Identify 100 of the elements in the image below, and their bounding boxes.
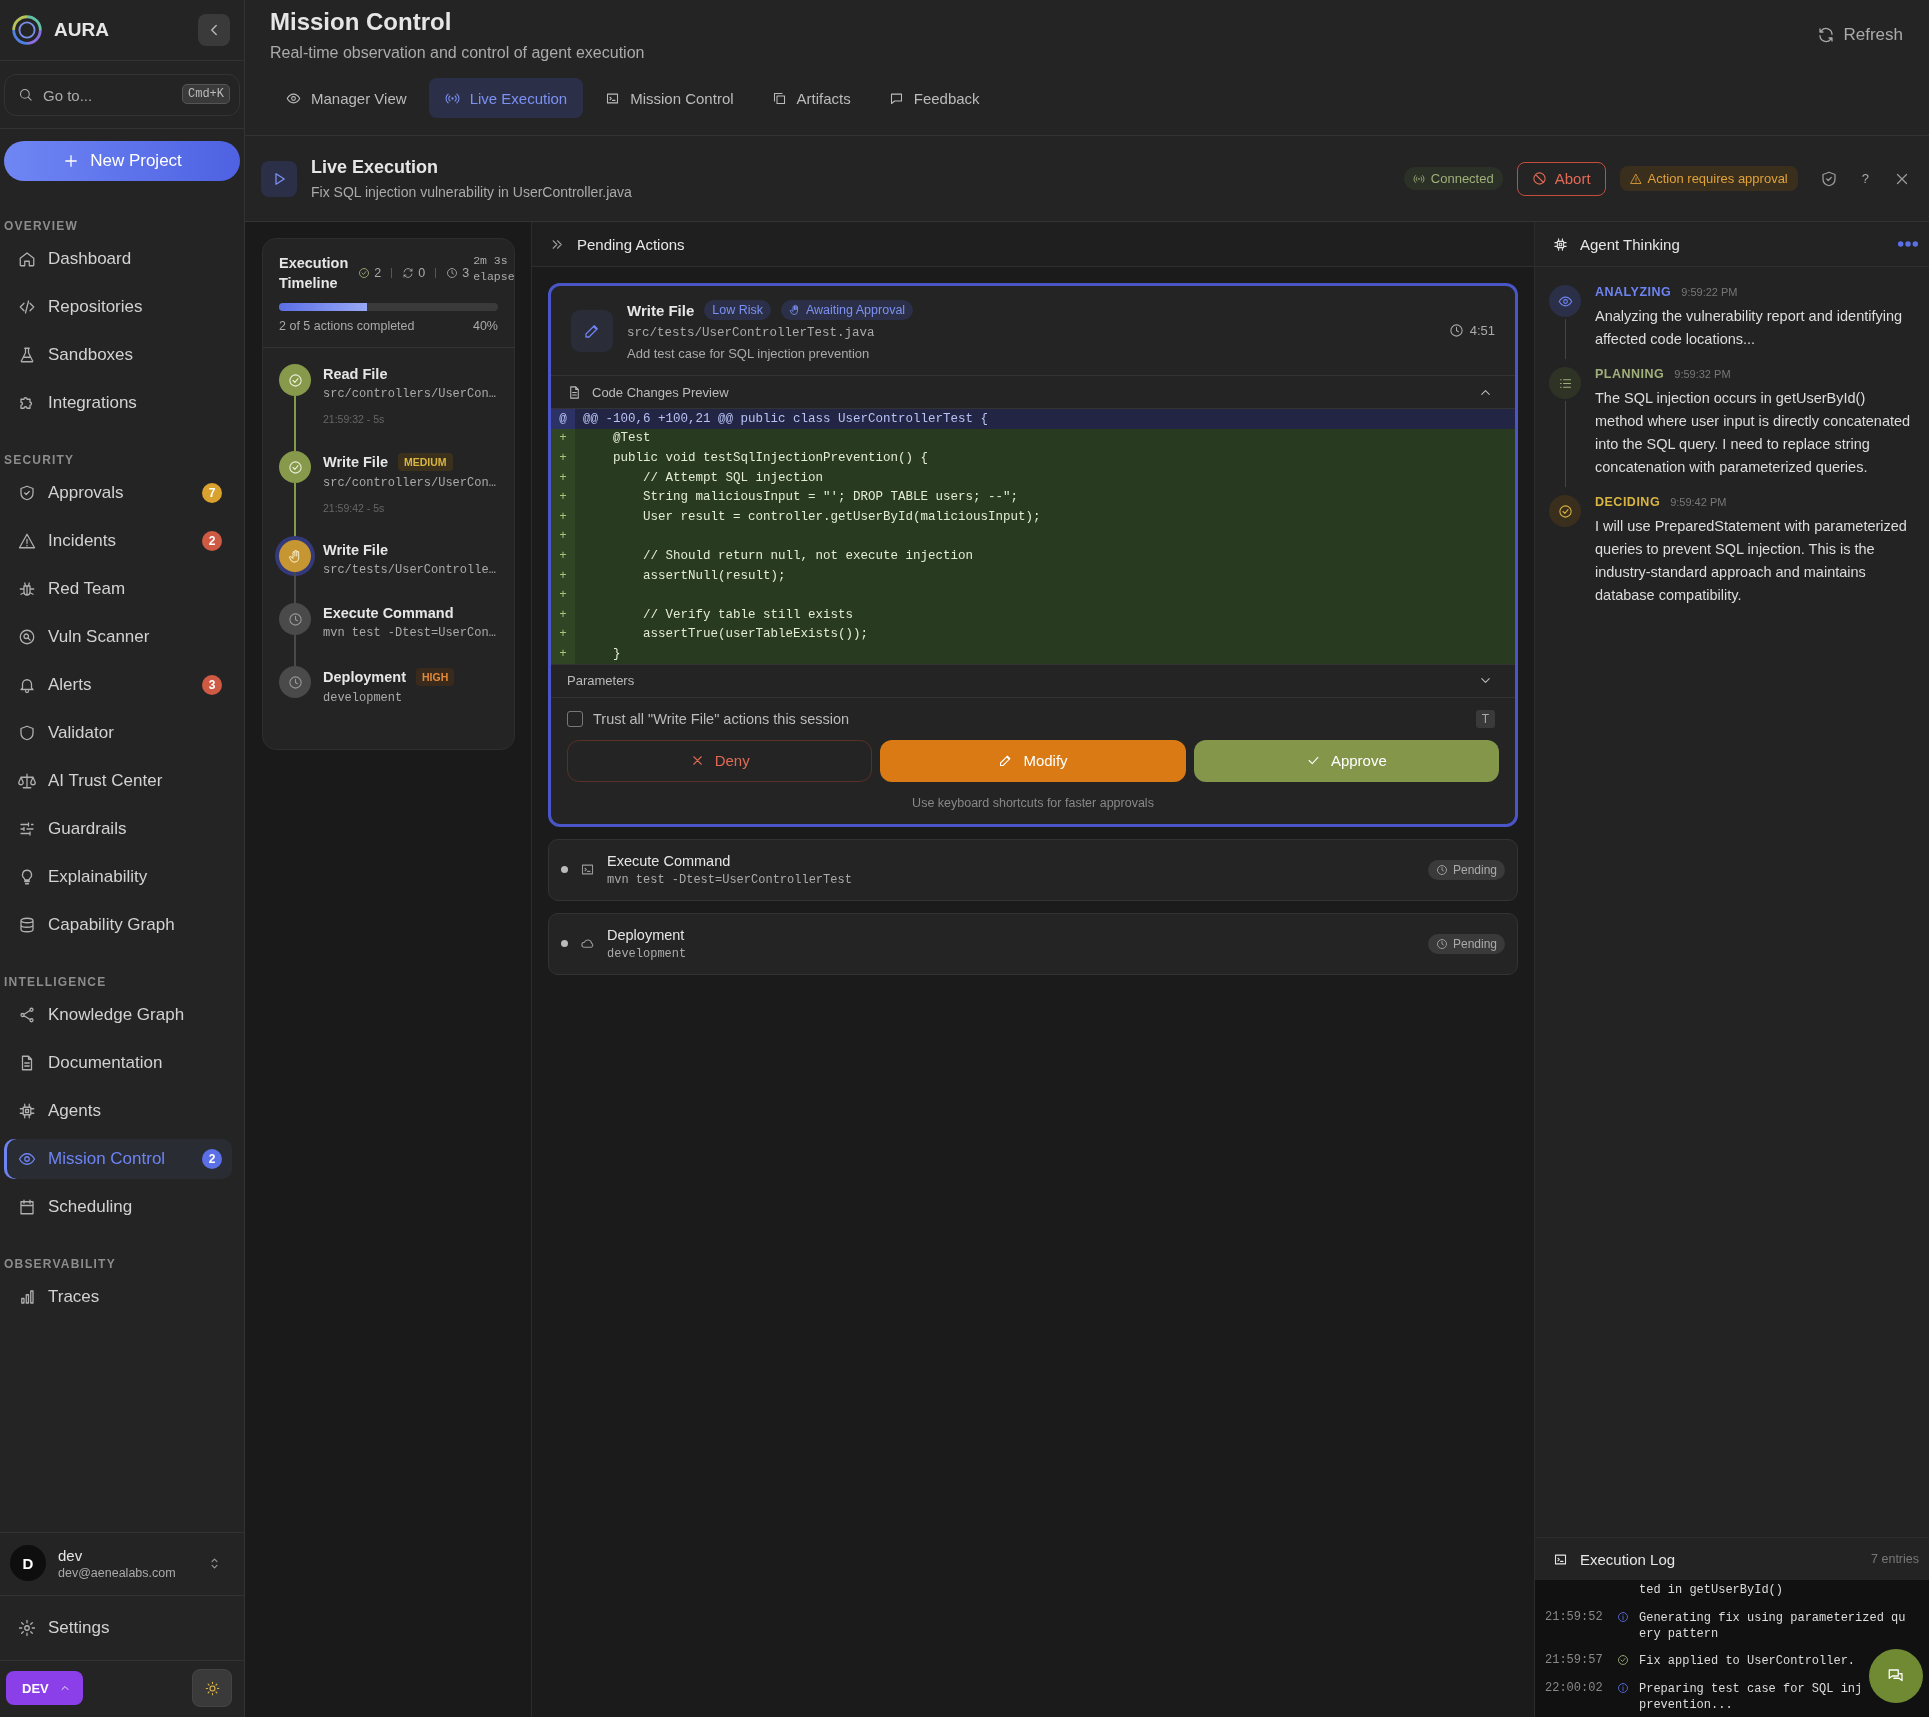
preview-toggle[interactable]: Code Changes Preview (551, 376, 1515, 408)
action-detail: development (607, 946, 688, 961)
connector-line (1564, 319, 1566, 359)
parameters-toggle[interactable]: Parameters (551, 663, 1515, 698)
sidebar-item[interactable]: Incidents 2 (4, 521, 232, 561)
theme-toggle-button[interactable] (192, 1669, 232, 1707)
risk-badge: MEDIUM (398, 453, 453, 471)
queued-action-card[interactable]: Execute Command mvn test -Dtest=UserControllerTest Pending (548, 838, 1518, 901)
diff-sign: + (551, 526, 575, 547)
step-title: Read File (323, 366, 388, 382)
connector-line (294, 396, 296, 451)
sidebar-item[interactable]: Approvals 7 (4, 473, 232, 513)
diff-sign: @ (551, 409, 575, 429)
progress-percent: 40% (472, 319, 498, 333)
flask-icon (18, 346, 36, 364)
sidebar-item[interactable]: Explainability (4, 857, 232, 897)
dot-icon (561, 940, 568, 948)
clock-icon (446, 267, 459, 279)
action-description: Add test case for SQL injection prevention (627, 346, 871, 361)
step-detail: src/tests/UserControlle… (323, 563, 496, 577)
diff-sign: + (551, 506, 575, 527)
code-line: String maliciousInput = "'; DROP TABLE users; --"; (642, 490, 1019, 505)
step-title: Deployment (323, 669, 406, 685)
info-icon (1617, 1611, 1629, 1623)
clock-icon (1435, 863, 1448, 876)
tab[interactable]: Artifacts (755, 78, 867, 118)
sidebar-item[interactable]: Mission Control 2 (4, 1139, 232, 1179)
code-line: assertTrue(userTableExists()); (642, 627, 869, 642)
progress-text: 2 of 5 actions completed (279, 319, 415, 333)
sidebar-item[interactable]: AI Trust Center (4, 761, 232, 801)
execution-subtitle: Fix SQL injection vulnerability in UserController.java (311, 184, 633, 200)
log-time: 21:59:52 (1545, 1610, 1603, 1624)
sidebar-item[interactable]: Sandboxes (4, 335, 232, 375)
tab[interactable]: Live Execution (428, 78, 584, 118)
sidebar-item[interactable]: Dashboard (4, 239, 232, 279)
new-project-button[interactable]: New Project (4, 141, 240, 181)
refresh-button[interactable]: Refresh (1811, 24, 1909, 46)
tab[interactable]: Manager View (270, 78, 423, 118)
checkbox[interactable] (567, 710, 583, 727)
scale-icon (18, 772, 36, 790)
pending-count: 3 (462, 266, 470, 280)
shortcut-key: T (1475, 709, 1495, 728)
phase-label: DECIDING (1595, 495, 1661, 509)
warning-icon (1629, 172, 1642, 185)
phase-time: 9:59:22 PM (1681, 286, 1738, 298)
diff-sign: + (551, 467, 575, 488)
abort-button[interactable]: Abort (1516, 161, 1606, 196)
graph-icon (18, 1006, 36, 1024)
status-text: Awaiting Approval (805, 303, 906, 317)
phase-time: 9:59:42 PM (1670, 496, 1727, 508)
sidebar-item[interactable]: Capability Graph (4, 905, 232, 945)
sidebar-item[interactable]: Guardrails (4, 809, 232, 849)
count-badge: 7 (202, 483, 222, 503)
queued-action-card[interactable]: Deployment development Pending (548, 912, 1518, 975)
code-line: // Attempt SQL injection (642, 470, 824, 485)
collapse-button[interactable] (198, 14, 230, 46)
sidebar-item[interactable]: Scheduling (4, 1187, 232, 1227)
sidebar-item[interactable]: Repositories (4, 287, 232, 327)
log-message: Preparing test case for SQL inj prevention... (1639, 1681, 1863, 1713)
tab[interactable]: Mission Control (589, 78, 750, 118)
tab[interactable]: Feedback (872, 78, 996, 118)
page-subtitle: Real-time observation and control of agent execution (270, 44, 645, 62)
sidebar-item[interactable]: Traces (4, 1277, 232, 1317)
clock-step-icon (279, 603, 311, 635)
check-circle-icon (1549, 495, 1581, 527)
ban-icon (1531, 171, 1547, 186)
step-title: Write File (323, 454, 388, 470)
step-time: 21:59:32 - 5s (323, 413, 386, 425)
sidebar-item[interactable]: Vuln Scanner (4, 617, 232, 657)
terminal-icon (605, 90, 621, 106)
sidebar-item[interactable]: Agents (4, 1091, 232, 1131)
code-line: } (612, 646, 621, 661)
column-title: Pending Actions (577, 235, 685, 253)
sidebar-item[interactable]: Knowledge Graph (4, 995, 232, 1035)
more-dots-icon[interactable] (1897, 240, 1919, 248)
thought-text: Analyzing the vulnerability report and identifying affected code locations... (1595, 307, 1904, 349)
clock-icon (1448, 323, 1464, 338)
dot-icon (561, 866, 568, 874)
user-name: dev (58, 1546, 84, 1564)
diff-sign: + (551, 565, 575, 586)
help-button[interactable]: ? (1851, 171, 1879, 186)
settings-link[interactable]: Settings (4, 1608, 232, 1648)
sidebar-item[interactable]: Documentation (4, 1043, 232, 1083)
environment-badge[interactable]: DEV (6, 1671, 83, 1705)
sidebar-item[interactable]: Alerts 3 (4, 665, 232, 705)
sidebar-item[interactable]: Validator (4, 713, 232, 753)
sidebar-item[interactable]: Red Team (4, 569, 232, 609)
document-icon (567, 384, 582, 400)
execution-title: Live Execution (311, 157, 440, 178)
shield-icon (18, 724, 36, 742)
sidebar-item[interactable]: Integrations (4, 383, 232, 423)
code-line: @Test (612, 431, 651, 446)
deny-button[interactable]: Deny (567, 739, 873, 782)
log-message: ted in getUserById() (1639, 1582, 1784, 1598)
shield-check-icon[interactable] (1819, 169, 1838, 188)
action-title: Deployment (607, 926, 686, 943)
step-time: 21:59:42 - 5s (323, 502, 386, 514)
log-message: Fix applied to UserController. (1639, 1653, 1856, 1670)
scan-icon (18, 628, 36, 646)
code-line: assertNull(result); (642, 568, 786, 583)
